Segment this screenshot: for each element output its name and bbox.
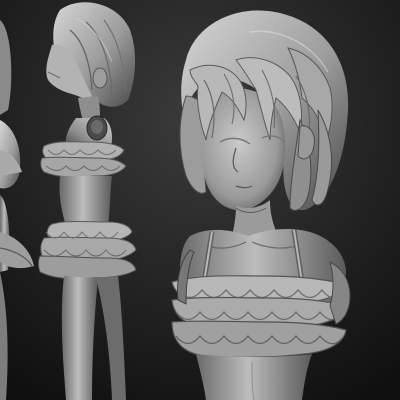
bust-ruffle-tier-3 <box>171 320 347 358</box>
sculpt-viewport[interactable] <box>0 0 400 400</box>
viewport-canvas[interactable] <box>0 0 400 400</box>
bust-torso <box>196 354 312 400</box>
side-figure-skirt-tier-3 <box>38 255 137 280</box>
